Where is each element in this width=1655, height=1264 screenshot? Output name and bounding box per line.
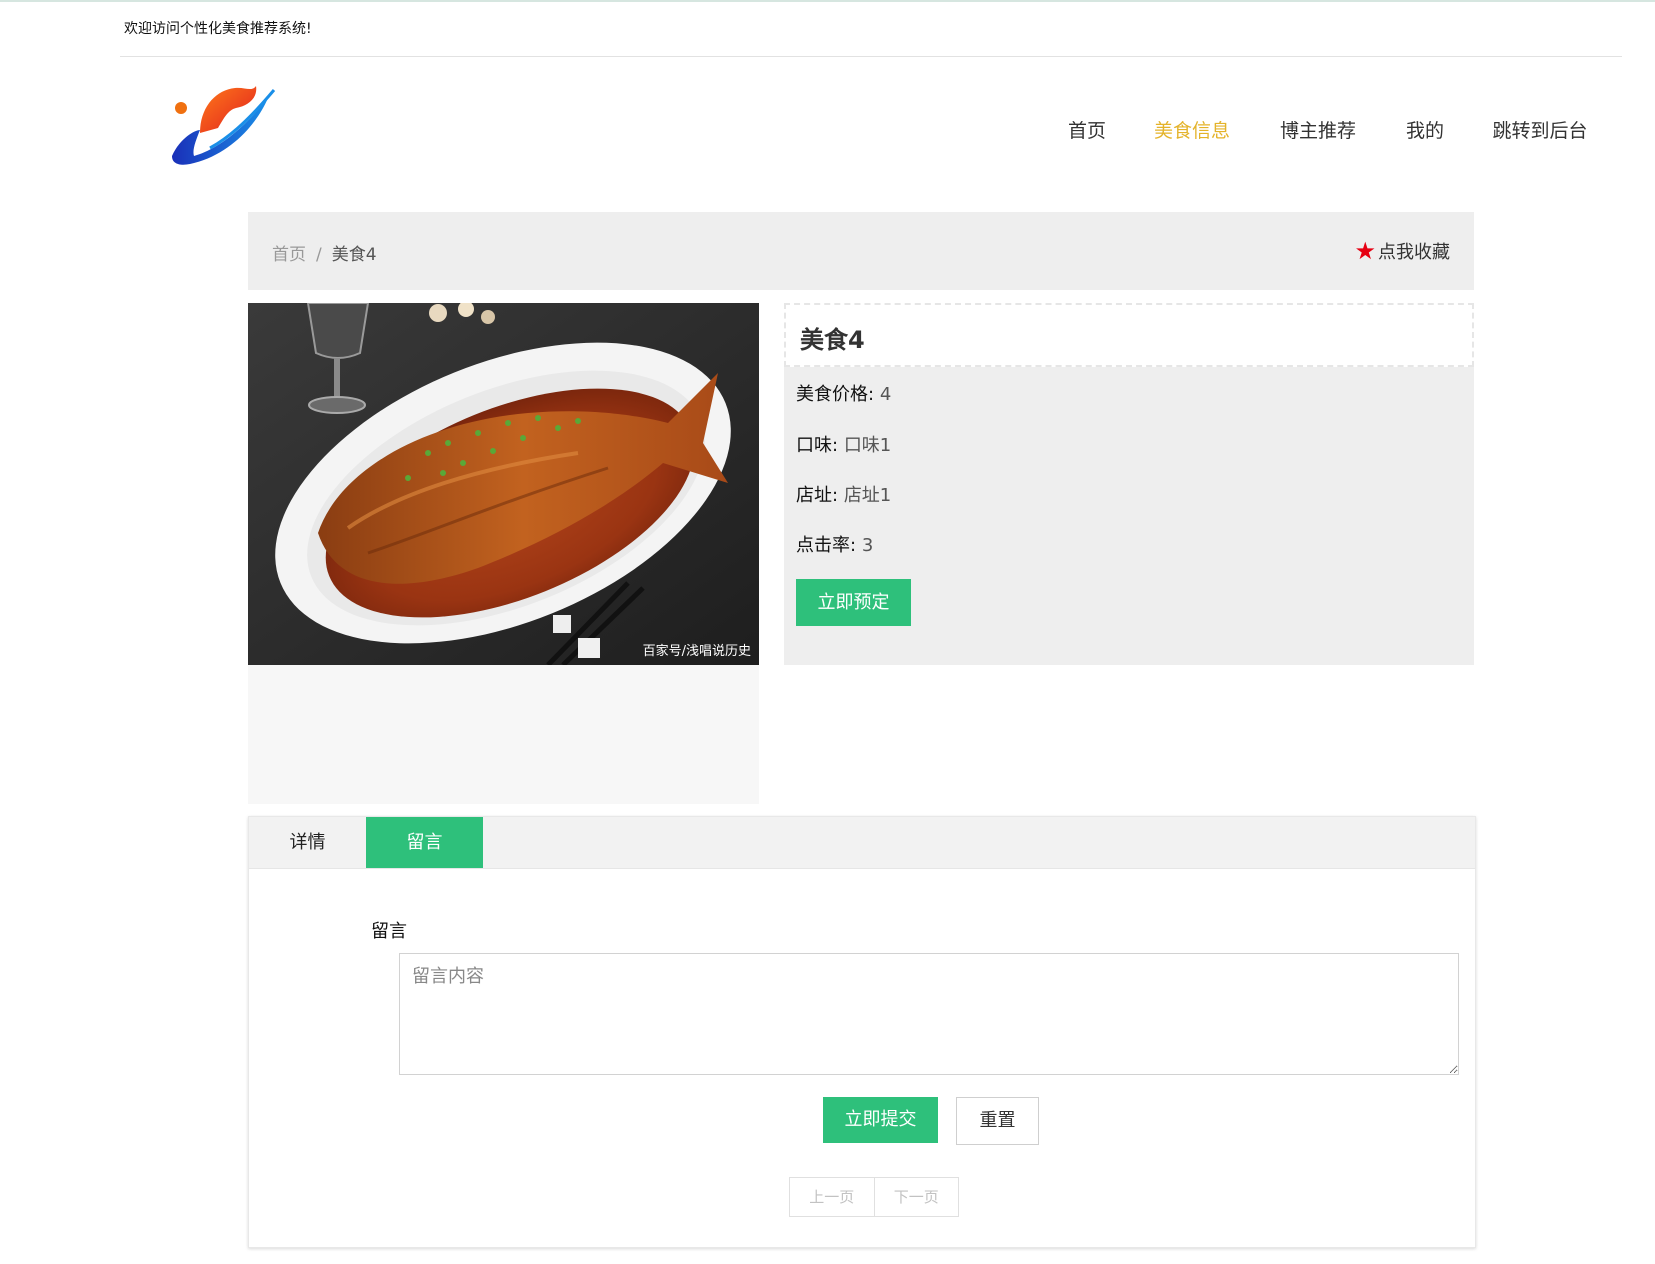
prev-page-button[interactable]: 上一页 [790, 1178, 874, 1216]
submit-button[interactable]: 立即提交 [823, 1097, 938, 1143]
tab-header: 详情 留言 [249, 817, 1475, 869]
book-now-button[interactable]: 立即预定 [796, 579, 911, 626]
image-watermark: 百家号/浅唱说历史 [642, 644, 751, 659]
nav-active-underline [0, 116, 1655, 156]
clicks-value: 3 [861, 535, 874, 556]
next-page-button[interactable]: 下一页 [873, 1178, 959, 1216]
favorite-button[interactable]: ★ 点我收藏 [1354, 238, 1450, 264]
reset-button[interactable]: 重置 [956, 1097, 1039, 1145]
header-divider [120, 56, 1622, 57]
pagination: 上一页 下一页 [789, 1177, 959, 1217]
breadcrumb-bar: 首页 / 美食4 ★ 点我收藏 [248, 212, 1474, 290]
food-photo: 百家号/浅唱说历史 [248, 303, 759, 665]
food-title-box: 美食4 [784, 303, 1474, 367]
address-value: 店址1 [843, 485, 892, 506]
comment-input[interactable] [399, 953, 1459, 1075]
braised-fish-image [248, 303, 759, 665]
tab-comments[interactable]: 留言 [366, 817, 483, 868]
tab-panel: 详情 留言 留言 立即提交 重置 上一页 下一页 [248, 816, 1476, 1248]
top-border [0, 0, 1655, 2]
taste-value: 口味1 [843, 435, 892, 456]
breadcrumb: 首页 / 美食4 [272, 240, 377, 265]
price-value: 4 [879, 384, 892, 405]
clicks-label: 点击率: [796, 535, 857, 556]
taste-row: 口味: 口味1 [796, 431, 891, 457]
welcome-text: 欢迎访问个性化美食推荐系统! [124, 21, 312, 37]
star-icon: ★ [1354, 237, 1376, 265]
price-row: 美食价格: 4 [796, 380, 891, 406]
breadcrumb-current: 美食4 [331, 245, 377, 265]
taste-label: 口味: [796, 435, 839, 456]
food-image-box: 百家号/浅唱说历史 [248, 303, 759, 804]
comment-label: 留言 [371, 921, 407, 942]
food-title: 美食4 [800, 326, 865, 354]
favorite-label: 点我收藏 [1378, 242, 1450, 263]
address-label: 店址: [796, 485, 839, 506]
breadcrumb-home[interactable]: 首页 [272, 245, 306, 265]
breadcrumb-separator: / [316, 245, 322, 265]
tab-details[interactable]: 详情 [249, 817, 366, 868]
food-info-panel: 美食4 美食价格: 4 口味: 口味1 店址: 店址1 点击率: 3 立即预定 [784, 303, 1474, 665]
address-row: 店址: 店址1 [796, 481, 891, 507]
price-label: 美食价格: [796, 384, 875, 405]
clicks-row: 点击率: 3 [796, 531, 873, 557]
